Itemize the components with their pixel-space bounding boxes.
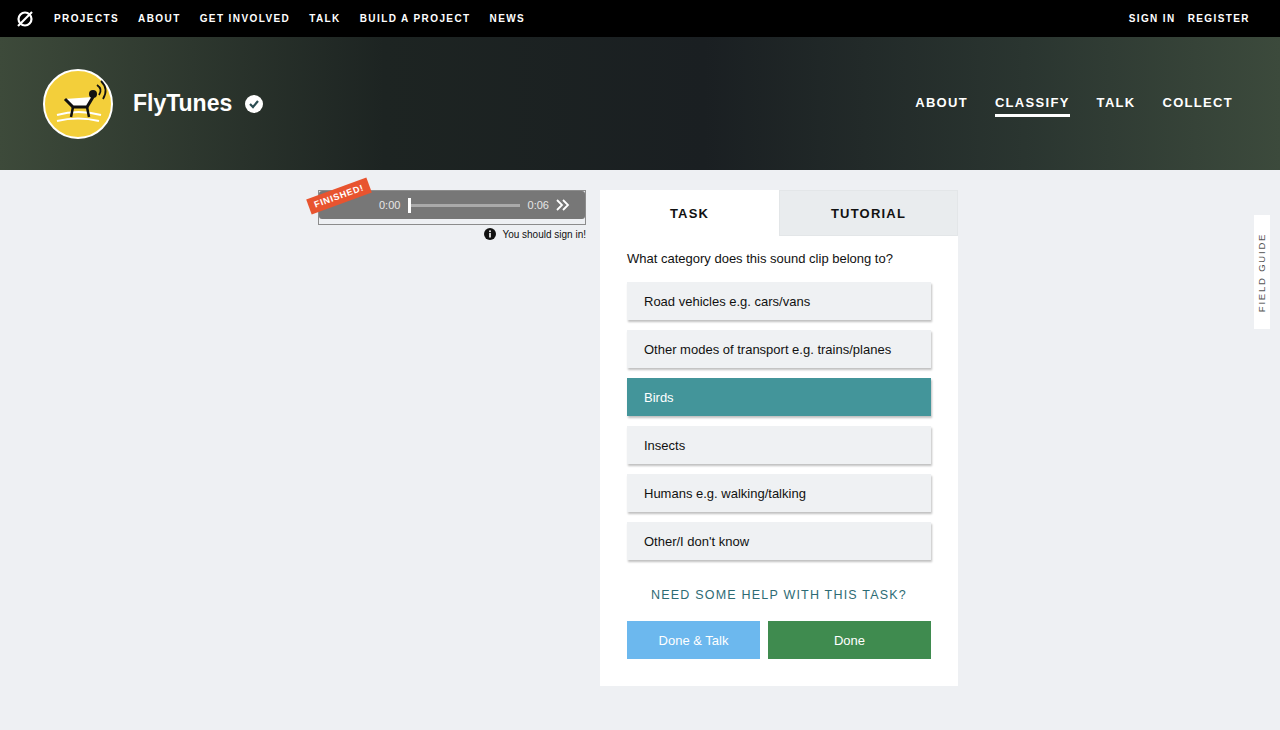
answer-option[interactable]: Road vehicles e.g. cars/vans: [627, 282, 931, 320]
account-link[interactable]: REGISTER: [1188, 13, 1250, 24]
verified-badge-icon: [244, 94, 264, 114]
site-nav-link[interactable]: TALK: [309, 13, 341, 24]
site-nav-link[interactable]: ABOUT: [138, 13, 181, 24]
seek-slider[interactable]: [408, 204, 519, 207]
project-nav-link[interactable]: CLASSIFY: [995, 91, 1070, 117]
zooniverse-logo-icon[interactable]: [16, 10, 34, 28]
subject-viewer: 0:000:06FINISHED!You should sign in!: [318, 190, 586, 686]
task-panel: TASKTUTORIAL What category does this soun…: [600, 190, 958, 686]
project-header: FlyTunes ABOUT CLASSIFY TALK COLLECT: [0, 37, 1280, 170]
help-link[interactable]: NEED SOME HELP WITH THIS TASK?: [627, 588, 931, 602]
site-nav-link[interactable]: NEWS: [490, 13, 526, 24]
info-icon: [484, 228, 496, 240]
project-nav-link[interactable]: COLLECT: [1163, 91, 1233, 117]
project-nav-link[interactable]: TALK: [1097, 91, 1136, 117]
site-nav-link[interactable]: PROJECTS: [54, 13, 119, 24]
field-guide-tab[interactable]: FIELD GUIDE: [1254, 215, 1270, 329]
classify-area: 0:000:06FINISHED!You should sign in!TASK…: [0, 170, 1280, 724]
project-avatar[interactable]: [43, 69, 113, 139]
account-link[interactable]: SIGN IN: [1129, 13, 1176, 24]
answer-option[interactable]: Insects: [627, 426, 931, 464]
answer-option[interactable]: Humans e.g. walking/talking: [627, 474, 931, 512]
site-nav: PROJECTS ABOUT GET INVOLVED TALK BUILD A PRO…: [0, 0, 1280, 37]
audio-player: 0:000:06FINISHED!: [318, 190, 586, 225]
project-nav-link[interactable]: ABOUT: [915, 91, 968, 117]
answer-option[interactable]: Birds: [627, 378, 931, 416]
project-title[interactable]: FlyTunes: [133, 90, 232, 117]
task-question: What category does this sound clip belon…: [627, 251, 931, 266]
site-nav-link[interactable]: BUILD A PROJECT: [360, 13, 471, 24]
current-time: 0:00: [379, 199, 400, 211]
fast-forward-icon[interactable]: [555, 198, 571, 212]
fly-dog-icon: [43, 69, 113, 139]
answer-option[interactable]: Other/I don't know: [627, 522, 931, 560]
answer-option[interactable]: Other modes of transport e.g. trains/pla…: [627, 330, 931, 368]
done-and-talk-button[interactable]: Done & Talk: [627, 621, 760, 659]
page: PROJECTS ABOUT GET INVOLVED TALK BUILD A PRO…: [0, 0, 1280, 730]
panel-tab[interactable]: TUTORIAL: [779, 190, 958, 236]
project-nav: ABOUT CLASSIFY TALK COLLECT: [915, 91, 1233, 117]
done-button[interactable]: Done: [768, 621, 931, 659]
panel-tab[interactable]: TASK: [600, 190, 779, 236]
site-nav-link[interactable]: GET INVOLVED: [200, 13, 291, 24]
seek-thumb[interactable]: [408, 198, 411, 213]
duration-time: 0:06: [528, 199, 549, 211]
sign-in-notice: You should sign in!: [318, 228, 586, 240]
panel-tabs: TASKTUTORIAL: [600, 190, 958, 236]
